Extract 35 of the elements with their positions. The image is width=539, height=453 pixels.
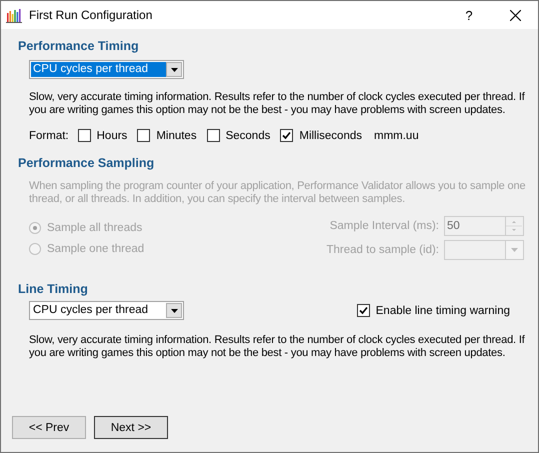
line-timing-dropdown[interactable]: CPU cycles per thread (29, 301, 184, 320)
radio-label: Sample all threads (47, 222, 142, 234)
checkbox-label: Minutes (156, 130, 197, 142)
app-logo-icon (6, 7, 22, 23)
caret-icon (170, 308, 178, 312)
section-heading: Performance Timing (18, 39, 140, 53)
radio-label: Sample one thread (47, 242, 144, 254)
timing-dropdown[interactable]: CPU cycles per thread (29, 60, 184, 79)
format-label: Format: (29, 130, 69, 142)
caret-icon (170, 68, 178, 72)
help-button[interactable]: ? (446, 1, 492, 29)
checkbox[interactable] (206, 129, 220, 142)
checkbox[interactable] (356, 304, 370, 317)
close-icon (510, 10, 520, 20)
next-button[interactable]: Next >> (94, 416, 168, 439)
checkbox-label: Milliseconds (299, 130, 362, 142)
interval-label: Sample Interval (ms): (330, 220, 439, 232)
caret-icon (511, 248, 518, 252)
checkbox[interactable] (137, 129, 150, 142)
description-text: Slow, very accurate timing information. Results refer to the number of clock cycles executed per thread. If you are writing games this option may not be the best - you may have problems with screen updates. (29, 91, 526, 117)
checkbox-label: Hours (96, 130, 128, 142)
window-title: First Run Configuration (29, 8, 154, 22)
section-heading: Performance Sampling (18, 156, 156, 170)
section-heading: Line Timing (18, 282, 89, 296)
format-example: mmm.uu (374, 130, 419, 142)
checkbox-label: Enable line timing warning (376, 304, 510, 316)
prev-button[interactable]: << Prev (12, 416, 86, 439)
thread-label: Thread to sample (id): (326, 244, 439, 256)
checkbox[interactable] (78, 129, 91, 142)
check-icon (358, 306, 368, 315)
checkbox-label: Seconds (226, 130, 270, 142)
check-icon (282, 131, 292, 140)
checkbox[interactable] (280, 129, 294, 142)
description-text: Slow, very accurate timing information. Results refer to the number of clock cycles executed per thread. If you are writing games this option may not be the best - you may have problems with screen updates. (29, 334, 526, 360)
description-text: When sampling the program counter of your application, Performance Validator allows you to sample one thread, or all threads. In addition, you can specify the interval between samples. (29, 180, 526, 206)
